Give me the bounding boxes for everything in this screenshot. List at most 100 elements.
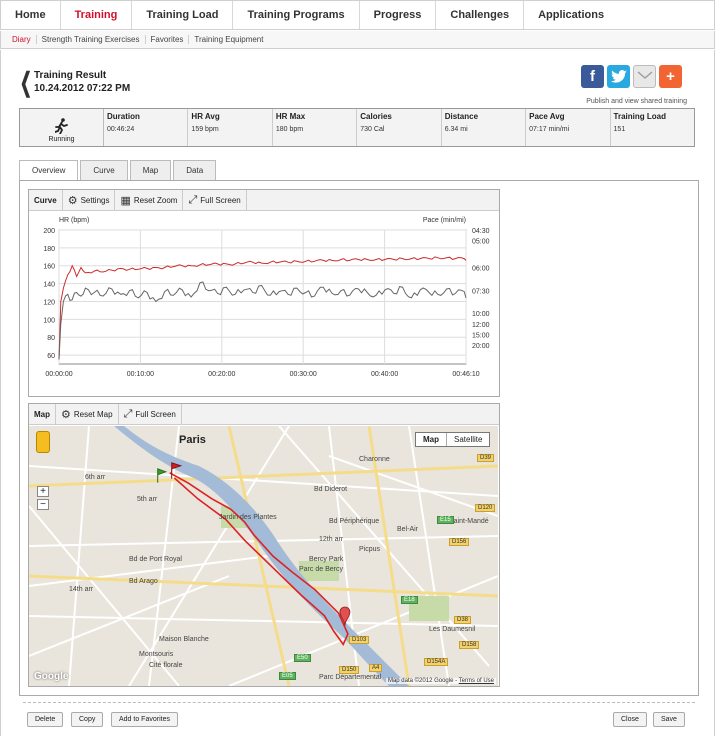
tab-overview[interactable]: Overview	[19, 160, 79, 181]
full-screen-icon: ⤢	[123, 407, 133, 420]
twitter-icon[interactable]	[607, 65, 630, 88]
subnav-favorites[interactable]: Favorites	[146, 35, 190, 44]
back-chevron-icon[interactable]: ❮	[20, 69, 32, 95]
y-right-tick-label: 12:00	[472, 322, 490, 329]
nav-home[interactable]: Home	[1, 1, 61, 29]
y-left-tick-label: 200	[43, 228, 55, 235]
save-button[interactable]: Save	[653, 712, 685, 727]
subnav-diary[interactable]: Diary	[7, 35, 37, 44]
map-road	[68, 426, 90, 686]
y-right-tick-label: 06:00	[472, 266, 490, 273]
publish-link[interactable]: Publish and view shared training	[567, 98, 687, 105]
overview-panel: Curve ⚙ Settings ▦ Reset Zoom ⤢ Full Screen…	[19, 180, 699, 696]
tab-data[interactable]: Data	[173, 160, 217, 180]
road-badge: D156	[449, 538, 470, 546]
nav-applications[interactable]: Applications	[524, 1, 618, 29]
zoom-out-button[interactable]: −	[37, 499, 49, 510]
road-badge: D39	[477, 454, 495, 462]
map-place-label: Picpus	[359, 546, 381, 553]
zoom-reset-icon: ▦	[120, 194, 131, 207]
y-left-tick-label: 60	[47, 353, 55, 360]
y-right-tick-label: 20:00	[472, 343, 490, 350]
nav-challenges[interactable]: Challenges	[436, 1, 525, 29]
road-badge: D154A	[424, 658, 449, 666]
hr-pace-chart[interactable]: 200 180 160 140 120 100 80 60 00:00:00 00:10:00 00…	[29, 212, 499, 397]
summary-duration: Duration 00:46:24	[104, 109, 189, 146]
plus-share-icon[interactable]: +	[659, 65, 682, 88]
x-tick-label: 00:30:00	[290, 371, 317, 378]
route-map[interactable]: + − Map Satellite Google Map data ©2012 …	[29, 426, 498, 686]
map-full-screen-button[interactable]: ⤢ Full Screen	[119, 403, 182, 425]
reset-zoom-button[interactable]: ▦ Reset Zoom	[115, 189, 184, 211]
y-left-tick-label: 80	[47, 335, 55, 342]
curve-toolbar: Curve ⚙ Settings ▦ Reset Zoom ⤢ Full Screen	[29, 189, 499, 211]
x-tick-label: 00:20:00	[208, 371, 235, 378]
summary-pace-avg: Pace Avg 07:17 min/mi	[526, 109, 611, 146]
map-place-label: Bd Périphérique	[329, 518, 380, 525]
zoom-in-button[interactable]: +	[37, 486, 49, 497]
tab-map[interactable]: Map	[129, 160, 172, 180]
summary-calories: Calories 730 Cal	[357, 109, 442, 146]
map-place-label: 14th arr	[69, 586, 94, 593]
result-tabs: Overview Curve Map Data	[19, 160, 218, 181]
y-right-tick-label: 05:00	[472, 239, 490, 246]
map-type-map[interactable]: Map	[416, 433, 447, 446]
delete-button[interactable]: Delete	[27, 712, 64, 727]
copy-button[interactable]: Copy	[71, 712, 104, 727]
full-screen-icon: ⤢	[188, 193, 198, 206]
summary-training-load: Training Load 151	[613, 112, 666, 133]
x-tick-label: 00:46:10	[452, 371, 479, 378]
road-badge: D158	[459, 641, 480, 649]
map-place-label: Charonne	[359, 456, 390, 463]
map-type-satellite[interactable]: Satellite	[447, 433, 489, 446]
map-type-control: Map Satellite	[415, 432, 491, 447]
summary-hr-avg: HR Avg 159 bpm	[188, 109, 273, 146]
gear-icon: ⚙	[67, 194, 78, 207]
reset-map-button[interactable]: ⚙ Reset Map	[56, 403, 119, 425]
map-widget: Map ⚙ Reset Map ⤢ Full Screen + − Map Sate…	[28, 403, 500, 687]
page-title: Training Result	[34, 70, 107, 81]
sub-nav: Diary Strength Training Exercises Favori…	[0, 31, 715, 49]
settings-button[interactable]: ⚙ Settings	[63, 189, 116, 211]
sport-label: Running	[48, 136, 75, 143]
map-canvas[interactable]	[29, 426, 498, 686]
map-place-label: Paris	[179, 434, 206, 446]
share-buttons: f +	[581, 65, 682, 88]
curve-title: Curve	[29, 189, 63, 211]
email-icon[interactable]	[633, 65, 656, 88]
road-badge: E15	[437, 516, 454, 524]
y-right-tick-label: 07:30	[472, 288, 490, 295]
divider	[23, 702, 695, 703]
y-right-tick-label: 10:00	[472, 311, 490, 318]
x-tick-label: 00:00:00	[45, 371, 72, 378]
subnav-strength-exercises[interactable]: Strength Training Exercises	[37, 35, 146, 44]
close-button[interactable]: Close	[613, 712, 647, 727]
map-place-label: Bercy Park	[309, 556, 344, 563]
tab-curve[interactable]: Curve	[80, 160, 128, 180]
terms-of-use-link[interactable]: Terms of Use	[459, 678, 494, 684]
result-date: 10.24.2012 07:22 PM	[34, 83, 131, 94]
map-place-label: Jardin des Plantes	[219, 514, 277, 521]
map-place-label: Bd de Port Royal	[129, 556, 182, 563]
y-right-tick-label: 04:30	[472, 228, 490, 235]
nav-training-load[interactable]: Training Load	[132, 1, 234, 29]
nav-progress[interactable]: Progress	[360, 1, 437, 29]
add-to-favorites-button[interactable]: Add to Favorites	[111, 712, 178, 727]
map-place-label: Bd Arago	[129, 578, 158, 585]
subnav-training-equipment[interactable]: Training Equipment	[189, 35, 268, 44]
nav-training-programs[interactable]: Training Programs	[233, 1, 360, 29]
facebook-icon[interactable]: f	[581, 65, 604, 88]
map-place-label: Parc de Bercy	[299, 566, 343, 573]
nav-training[interactable]: Training	[61, 1, 133, 29]
y-left-tick-label: 140	[43, 282, 55, 289]
summary-hr-max: HR Max 180 bpm	[273, 109, 358, 146]
curve-full-screen-button[interactable]: ⤢ Full Screen	[183, 189, 247, 211]
zoom-control: + −	[37, 486, 49, 510]
y-left-tick-label: 160	[43, 264, 55, 271]
y-right-tick-label: 15:00	[472, 333, 490, 340]
y-left-tick-label: 180	[43, 246, 55, 253]
map-place-label: Maison Blanche	[159, 636, 209, 643]
road-badge: D38	[454, 616, 472, 624]
street-view-pegman-icon[interactable]	[36, 431, 50, 453]
map-road	[29, 505, 180, 686]
